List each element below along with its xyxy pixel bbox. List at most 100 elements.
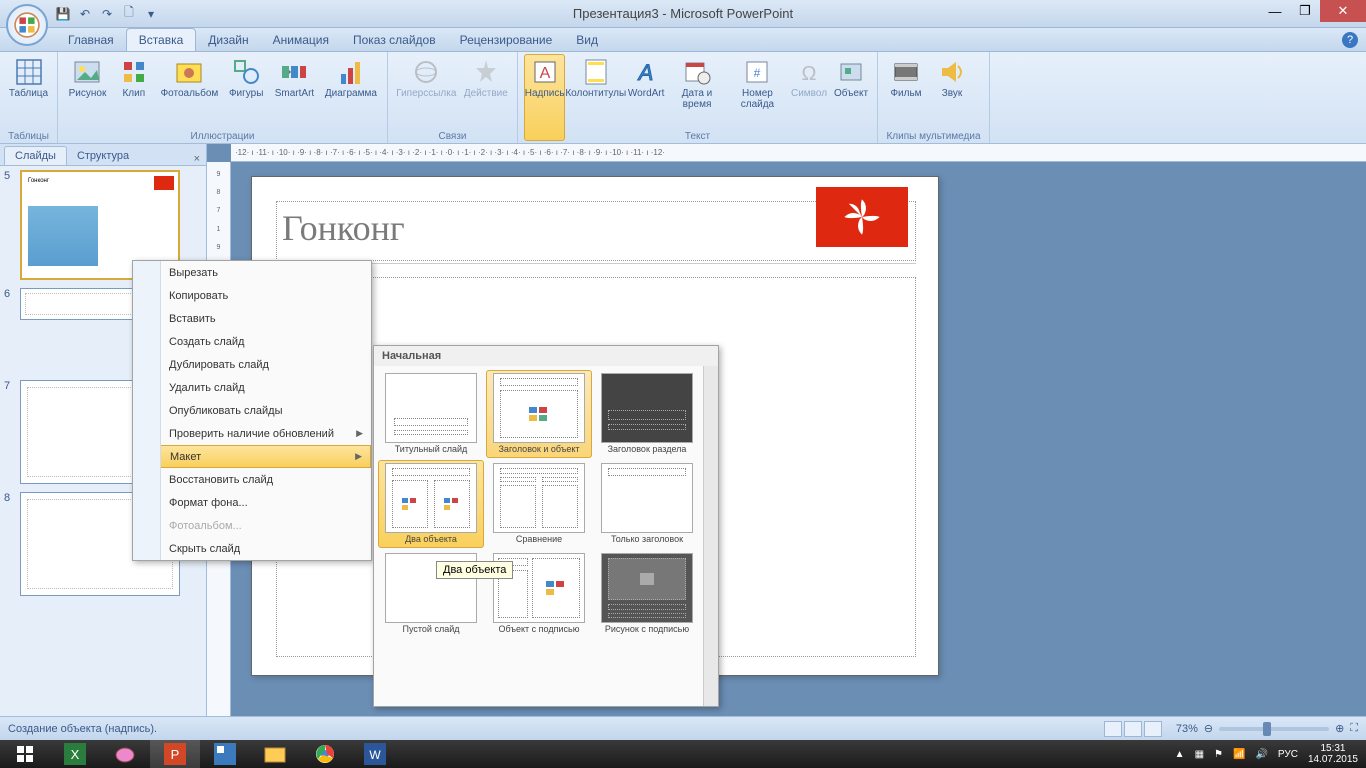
svg-text:A: A: [539, 65, 550, 82]
task-app1[interactable]: [200, 740, 250, 768]
tray-action-center-icon[interactable]: ▦: [1195, 749, 1204, 760]
svg-text:X: X: [71, 747, 80, 762]
horizontal-ruler: ·12· ı ·11· ı ·10· ı ·9· ı ·8· ı ·7· ı ·…: [231, 144, 1366, 162]
qat-dropdown-icon[interactable]: ▾: [142, 5, 160, 23]
shapes-button[interactable]: Фигуры: [224, 54, 268, 141]
ctx-publish[interactable]: 📤Опубликовать слайды: [133, 399, 371, 422]
gallery-scrollbar[interactable]: [703, 366, 718, 706]
tray-volume-icon[interactable]: 🔊: [1255, 749, 1267, 760]
task-chrome[interactable]: [300, 740, 350, 768]
system-tray: ▲ ▦ ⚑ 📶 🔊 РУС 15:3114.07.2015: [1175, 743, 1366, 765]
maximize-button[interactable]: ❐: [1290, 0, 1320, 22]
textbox-button[interactable]: AНадпись: [524, 54, 565, 141]
smartart-button[interactable]: SmartArt: [270, 54, 319, 141]
tab-insert[interactable]: Вставка: [126, 28, 197, 51]
slide-flag[interactable]: [816, 187, 908, 247]
panel-close-icon[interactable]: ×: [194, 153, 200, 165]
headerfooter-button[interactable]: Колонтитулы: [567, 54, 624, 141]
close-button[interactable]: ✕: [1320, 0, 1366, 22]
tab-view[interactable]: Вид: [564, 29, 610, 51]
svg-text:#: #: [754, 66, 761, 80]
ctx-hide[interactable]: ▭Скрыть слайд: [133, 537, 371, 560]
wordart-icon: A: [630, 56, 662, 88]
zoom-out-button[interactable]: ⊖: [1204, 722, 1213, 735]
zoom-in-button[interactable]: ⊕: [1335, 722, 1344, 735]
help-icon[interactable]: ?: [1342, 32, 1358, 48]
tray-lang[interactable]: РУС: [1278, 749, 1298, 760]
chart-button[interactable]: Диаграмма: [321, 54, 381, 141]
repeat-icon[interactable]: 🗋: [120, 5, 138, 23]
redo-icon[interactable]: ↷: [98, 5, 116, 23]
action-button: Действие: [461, 54, 511, 141]
task-paint[interactable]: [100, 740, 150, 768]
tray-clock[interactable]: 15:3114.07.2015: [1308, 743, 1358, 765]
ctx-newslide[interactable]: 🗋Создать слайд: [133, 330, 371, 353]
ctx-copy[interactable]: 📄Копировать: [133, 284, 371, 307]
outline-tab[interactable]: Структура: [67, 147, 139, 165]
object-button[interactable]: Объект: [831, 54, 871, 141]
task-word[interactable]: W: [350, 740, 400, 768]
tab-home[interactable]: Главная: [56, 29, 126, 51]
task-explorer[interactable]: [250, 740, 300, 768]
task-powerpoint[interactable]: P: [150, 740, 200, 768]
zoom-value: 73%: [1176, 723, 1198, 735]
layout-two-content[interactable]: Два объекта: [378, 460, 484, 548]
hyperlink-button: Гиперссылка: [394, 54, 459, 141]
picture-button[interactable]: Рисунок: [64, 54, 111, 141]
table-button[interactable]: Таблица: [6, 54, 51, 141]
tooltip: Два объекта: [436, 561, 513, 579]
layout-title-slide[interactable]: Титульный слайд: [378, 370, 484, 458]
tab-animation[interactable]: Анимация: [261, 29, 341, 51]
slidenum-button[interactable]: #Номер слайда: [728, 54, 787, 141]
movie-button[interactable]: Фильм: [884, 54, 928, 141]
normal-view-button[interactable]: [1104, 721, 1122, 737]
ctx-cut[interactable]: ✂Вырезать: [133, 261, 371, 284]
slideshow-view-button[interactable]: [1144, 721, 1162, 737]
slides-tab[interactable]: Слайды: [4, 146, 67, 165]
ctx-formatbg[interactable]: 🎨Формат фона...: [133, 491, 371, 514]
svg-text:A: A: [637, 60, 654, 85]
sound-button[interactable]: Звук: [930, 54, 974, 141]
ctx-duplicate[interactable]: Дублировать слайд: [133, 353, 371, 376]
tab-slideshow[interactable]: Показ слайдов: [341, 29, 448, 51]
symbol-icon: Ω: [793, 56, 825, 88]
window-title: Презентация3 - Microsoft PowerPoint: [573, 6, 793, 21]
chevron-right-icon: ▶: [356, 428, 363, 439]
layout-section-header[interactable]: Заголовок раздела: [594, 370, 700, 458]
layout-picture-caption[interactable]: Рисунок с подписью: [594, 550, 700, 638]
gallery-header: Начальная: [374, 346, 718, 366]
datetime-button[interactable]: Дата и время: [668, 54, 726, 141]
zoom-slider[interactable]: [1219, 727, 1329, 731]
task-excel[interactable]: X: [50, 740, 100, 768]
headerfooter-icon: [580, 56, 612, 88]
layout-title-content[interactable]: Заголовок и объект: [486, 370, 592, 458]
chevron-right-icon: ▶: [355, 451, 362, 462]
hyperlink-icon: [410, 56, 442, 88]
layout-gallery: Начальная Титульный слайд Заголовок и об…: [373, 345, 719, 707]
svg-text:Ω: Ω: [802, 63, 817, 85]
sorter-view-button[interactable]: [1124, 721, 1142, 737]
ctx-reset[interactable]: Восстановить слайд: [133, 468, 371, 491]
fit-button[interactable]: ⛶: [1350, 722, 1358, 735]
tray-network-icon[interactable]: 📶: [1233, 749, 1245, 760]
ctx-layout[interactable]: ▦Макет▶: [133, 445, 371, 468]
wordart-button[interactable]: AWordArt: [626, 54, 666, 141]
undo-icon[interactable]: ↶: [76, 5, 94, 23]
ctx-delete[interactable]: Удалить слайд: [133, 376, 371, 399]
layout-comparison[interactable]: Сравнение: [486, 460, 592, 548]
textbox-icon: A: [529, 56, 561, 88]
layout-title-only[interactable]: Только заголовок: [594, 460, 700, 548]
ctx-checkupd[interactable]: Проверить наличие обновлений▶: [133, 422, 371, 445]
tab-review[interactable]: Рецензирование: [448, 29, 565, 51]
tray-up-icon[interactable]: ▲: [1175, 749, 1185, 760]
start-button[interactable]: [0, 740, 50, 768]
tab-design[interactable]: Дизайн: [196, 29, 260, 51]
album-icon: [173, 56, 205, 88]
clip-button[interactable]: Клип: [113, 54, 155, 141]
office-button[interactable]: [6, 4, 48, 46]
tray-flag-icon[interactable]: ⚑: [1214, 749, 1223, 760]
save-icon[interactable]: 💾: [54, 5, 72, 23]
minimize-button[interactable]: —: [1260, 0, 1290, 22]
album-button[interactable]: Фотоальбом: [157, 54, 223, 141]
ctx-paste[interactable]: 📋Вставить: [133, 307, 371, 330]
